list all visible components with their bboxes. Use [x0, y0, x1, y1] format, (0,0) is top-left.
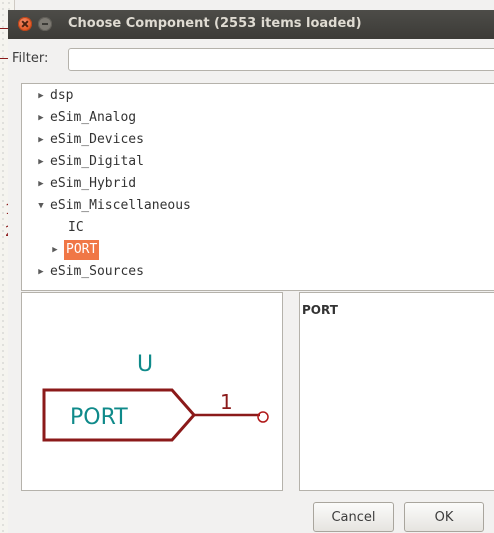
- cancel-button[interactable]: Cancel: [313, 502, 394, 532]
- tree-item-label: eSim_Devices: [50, 132, 144, 147]
- pin-end-circle: [257, 411, 269, 423]
- expand-arrow-icon[interactable]: ▶: [32, 108, 50, 128]
- description-panel: PORT: [299, 292, 494, 491]
- tree-item-esim-analog[interactable]: ▶ eSim_Analog: [32, 108, 136, 128]
- minimize-icon[interactable]: [38, 17, 52, 31]
- filter-label: Filter:: [12, 51, 49, 66]
- expand-arrow-icon[interactable]: ▶: [32, 130, 50, 150]
- component-tree[interactable]: ▶ dsp ▶ eSim_Analog ▶ eSim_Devices ▶ eSim_Di…: [21, 83, 494, 291]
- window-title: Choose Component (2553 items loaded): [68, 16, 362, 31]
- tree-item-esim-hybrid[interactable]: ▶ eSim_Hybrid: [32, 174, 136, 194]
- close-icon[interactable]: [18, 17, 32, 31]
- title-bar: Choose Component (2553 items loaded): [8, 10, 494, 39]
- pin-number: 1: [220, 390, 233, 414]
- reference-text: U: [137, 352, 153, 377]
- tree-item-label: eSim_Digital: [50, 154, 144, 169]
- tree-item-ic[interactable]: IC: [68, 218, 84, 238]
- tree-item-esim-miscellaneous[interactable]: ▼ eSim_Miscellaneous: [32, 196, 191, 216]
- expand-arrow-icon[interactable]: ▶: [32, 152, 50, 172]
- choose-component-dialog: Choose Component (2553 items loaded) Fil…: [8, 10, 494, 533]
- symbol-preview: U 1 PORT: [21, 292, 283, 491]
- tree-item-esim-digital[interactable]: ▶ eSim_Digital: [32, 152, 144, 172]
- expand-arrow-icon[interactable]: ▶: [32, 174, 50, 194]
- collapse-arrow-icon[interactable]: ▼: [32, 196, 50, 216]
- tree-item-label: eSim_Analog: [50, 110, 137, 125]
- tree-item-label: IC: [68, 220, 84, 235]
- tree-item-label: eSim_Hybrid: [50, 176, 137, 191]
- expand-arrow-icon[interactable]: ▶: [32, 86, 50, 106]
- value-text: PORT: [70, 405, 128, 430]
- port-symbol: U 1 PORT: [42, 352, 269, 442]
- expand-arrow-icon[interactable]: ▶: [46, 240, 64, 260]
- ok-button[interactable]: OK: [404, 502, 484, 532]
- tree-item-label: dsp: [50, 88, 74, 103]
- filter-input[interactable]: [68, 48, 494, 71]
- tree-item-esim-devices[interactable]: ▶ eSim_Devices: [32, 130, 144, 150]
- tree-item-dsp[interactable]: ▶ dsp: [32, 86, 73, 106]
- tree-item-label: PORT: [64, 240, 100, 260]
- tree-item-label: eSim_Sources: [50, 264, 144, 279]
- description-title: PORT: [302, 303, 338, 317]
- expand-arrow-icon[interactable]: ▶: [32, 262, 50, 282]
- tree-item-label: eSim_Miscellaneous: [50, 198, 191, 213]
- tree-item-esim-sources[interactable]: ▶ eSim_Sources: [32, 262, 144, 282]
- tree-item-port[interactable]: ▶ PORT: [46, 240, 100, 260]
